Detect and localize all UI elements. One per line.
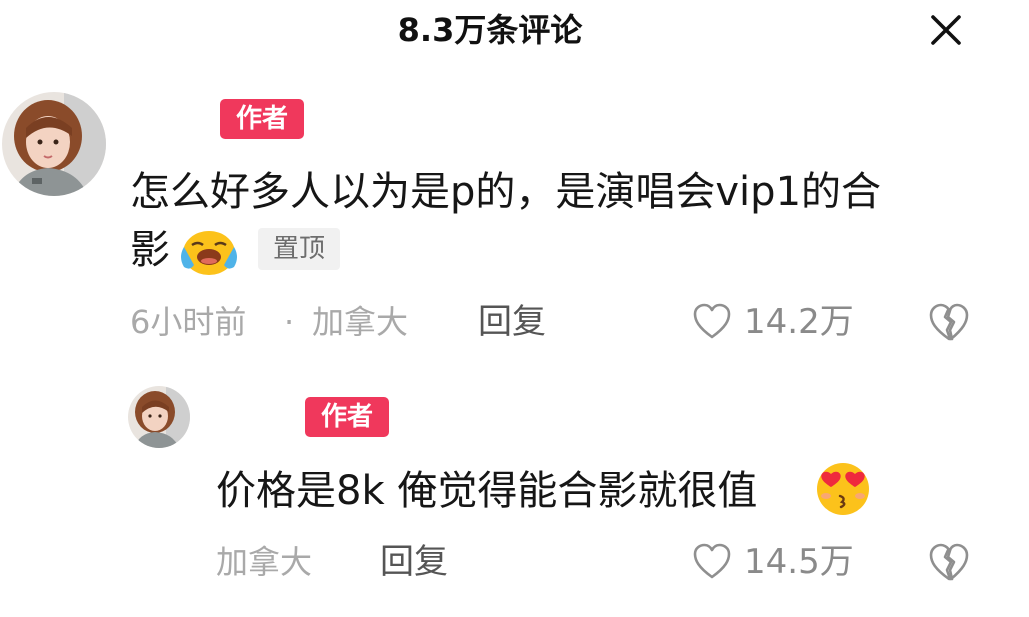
avatar[interactable]: [2, 92, 106, 196]
avatar[interactable]: [128, 386, 190, 448]
like-count: 14.2万: [744, 302, 854, 342]
comment-text-continued: 影: [130, 227, 170, 273]
like-button[interactable]: [692, 300, 736, 344]
close-button[interactable]: [924, 8, 968, 52]
reply-button[interactable]: 回复: [478, 300, 546, 344]
dislike-button[interactable]: [928, 542, 970, 584]
heart-icon: [693, 543, 731, 579]
like-count: 14.5万: [744, 542, 854, 582]
comment-location: 加拿大: [216, 543, 313, 581]
author-badge: 作者: [305, 397, 389, 437]
avatar-image: [128, 386, 190, 448]
comment-text: 价格是8k 俺觉得能合影就很值: [216, 468, 758, 514]
meta-separator: ·: [284, 303, 295, 341]
comment-location: 加拿大: [312, 303, 409, 341]
dislike-button[interactable]: [928, 302, 970, 344]
comments-count-title: 8.3万条评论: [397, 11, 583, 49]
close-icon: [931, 15, 961, 45]
heart-icon: [693, 303, 731, 339]
comment-text: 怎么好多人以为是p的，是演唱会vip1的合: [130, 169, 882, 215]
broken-heart-icon: [929, 543, 969, 581]
pinned-badge: 置顶: [258, 228, 340, 270]
crying-face-emoji-icon: [176, 223, 242, 277]
comment-time: 6小时前: [130, 303, 247, 341]
reply-button[interactable]: 回复: [380, 540, 448, 584]
avatar-image: [2, 92, 106, 196]
author-badge: 作者: [220, 99, 304, 139]
like-button[interactable]: [692, 540, 736, 584]
broken-heart-icon: [929, 303, 969, 341]
heart-eyes-kiss-emoji-icon: [814, 460, 872, 516]
